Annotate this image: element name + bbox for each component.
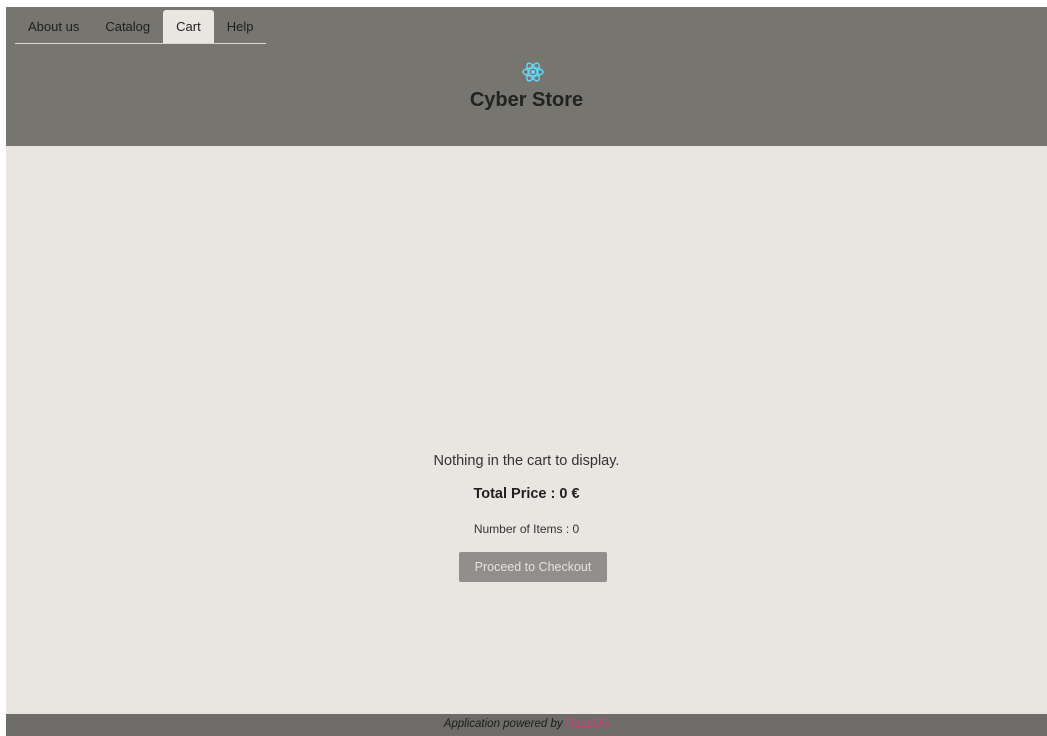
site-header: About us Catalog Cart Help Cyber Store — [6, 7, 1047, 146]
cart-item-count: Number of Items : 0 — [473, 522, 580, 536]
tab-catalog[interactable]: Catalog — [92, 10, 163, 43]
proceed-to-checkout-button[interactable]: Proceed to Checkout — [459, 552, 607, 582]
cart-total-price: Total Price : 0 € — [473, 486, 580, 502]
footer-text: Application powered by — [443, 718, 566, 730]
tab-help[interactable]: Help — [214, 10, 267, 43]
nav-tabs: About us Catalog Cart Help — [15, 10, 267, 44]
store-title: Cyber Store — [469, 89, 584, 111]
tab-cart[interactable]: Cart — [163, 10, 214, 43]
reactjs-link[interactable]: ReactJS — [566, 718, 609, 730]
site-footer: Application powered by ReactJS — [6, 714, 1047, 736]
app-frame: About us Catalog Cart Help Cyber Store N… — [6, 7, 1047, 736]
cart-empty-message: Nothing in the cart to display. — [433, 453, 620, 469]
react-atom-icon — [522, 62, 544, 82]
tab-about-us[interactable]: About us — [15, 10, 92, 43]
